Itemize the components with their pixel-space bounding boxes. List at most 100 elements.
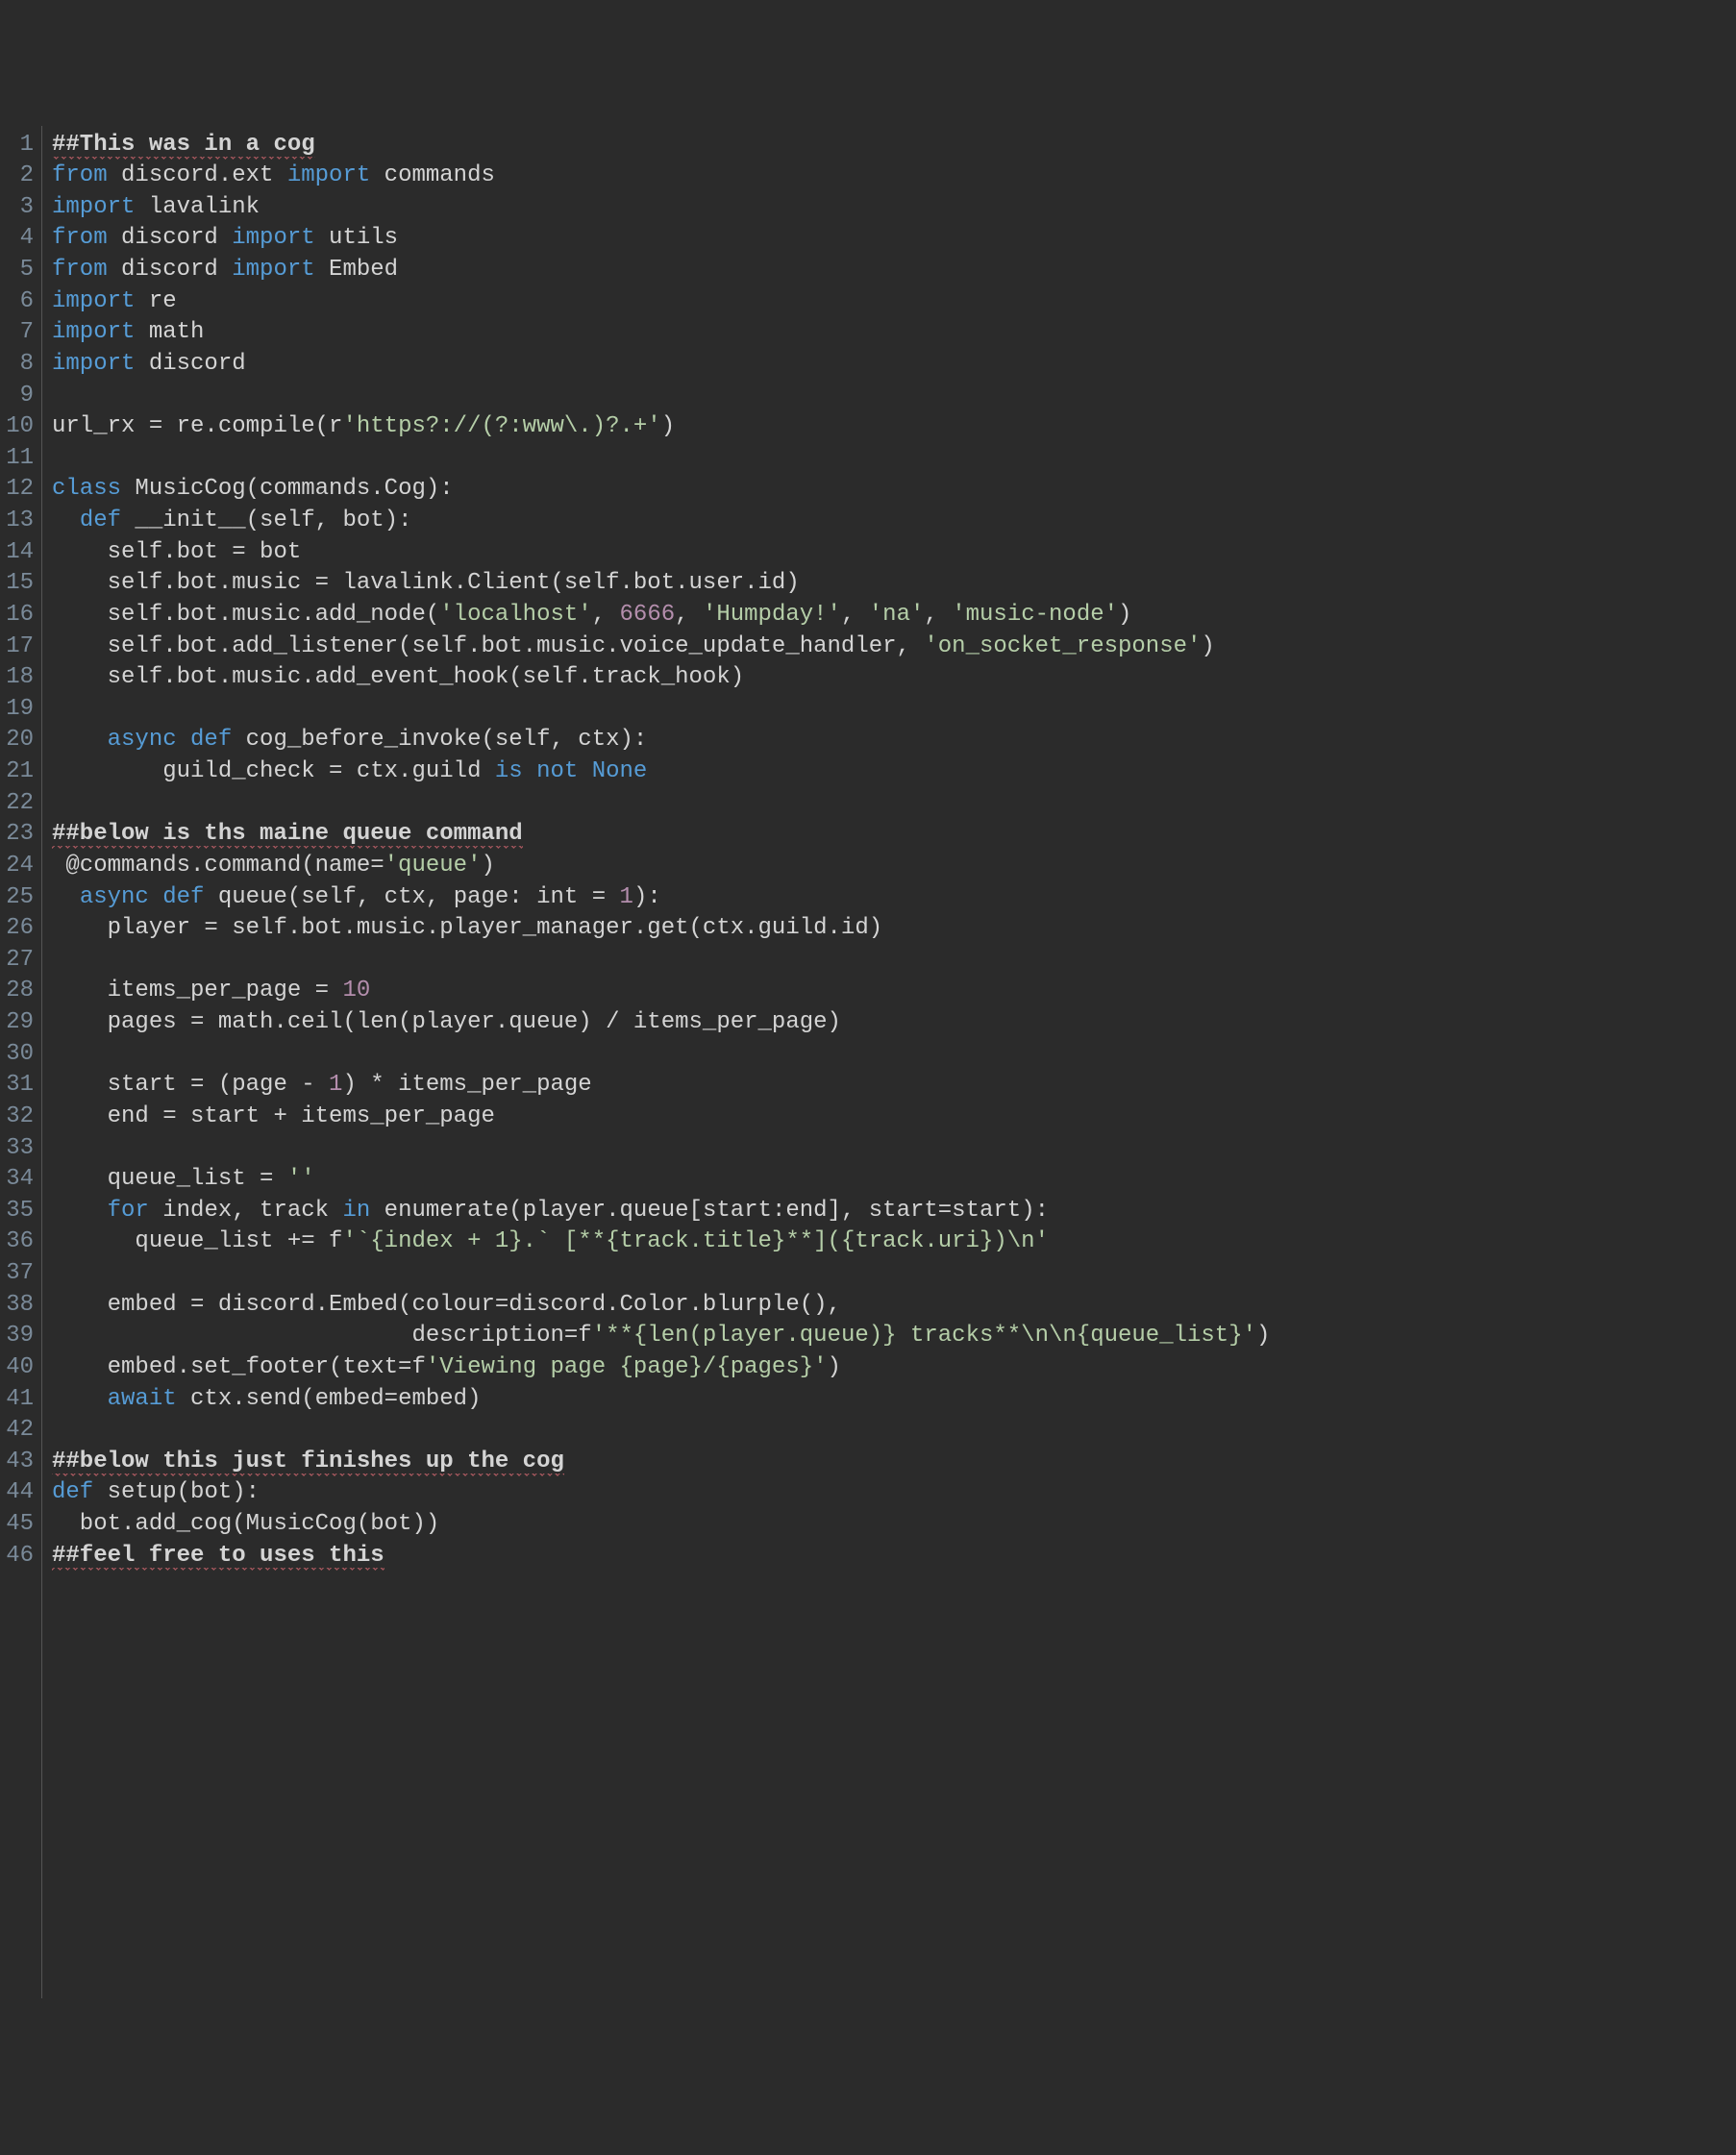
code-line[interactable]: bot.add_cog(MusicCog(bot)) xyxy=(52,1509,1736,1541)
line-number: 30 xyxy=(4,1039,34,1071)
line-number: 16 xyxy=(4,600,34,632)
code-token: player = self.bot.music.player_manager.g… xyxy=(52,915,882,941)
code-token: 'music-node' xyxy=(952,602,1118,628)
code-token: MusicCog(commands.Cog): xyxy=(121,476,454,502)
code-line[interactable]: import re xyxy=(52,286,1736,318)
code-area[interactable]: ##This was in a cogfrom discord.ext impo… xyxy=(42,126,1736,1998)
line-number: 31 xyxy=(4,1070,34,1102)
line-number: 26 xyxy=(4,913,34,945)
code-line[interactable]: description=f'**{len(player.queue)} trac… xyxy=(52,1321,1736,1352)
code-line[interactable]: async def queue(self, ctx, page: int = 1… xyxy=(52,882,1736,914)
line-number-gutter: 1234567891011121314151617181920212223242… xyxy=(0,126,42,1998)
code-line[interactable]: async def cog_before_invoke(self, ctx): xyxy=(52,725,1736,756)
code-line[interactable]: def __init__(self, bot): xyxy=(52,506,1736,537)
code-token: embed = discord.Embed(colour=discord.Col… xyxy=(52,1292,841,1318)
code-line[interactable]: import math xyxy=(52,317,1736,349)
code-token: in xyxy=(342,1198,370,1224)
code-line[interactable]: ##This was in a cog xyxy=(52,130,1736,161)
code-line[interactable]: class MusicCog(commands.Cog): xyxy=(52,474,1736,506)
code-line[interactable] xyxy=(52,1039,1736,1071)
code-token: '**{len(player.queue)} tracks**\n\n{queu… xyxy=(592,1323,1256,1349)
code-token: description=f xyxy=(52,1323,592,1349)
code-line[interactable]: url_rx = re.compile(r'https?://(?:www\.)… xyxy=(52,411,1736,443)
code-token: 'Viewing page {page}/{pages}' xyxy=(426,1354,828,1380)
code-token: lavalink xyxy=(135,194,260,220)
code-line[interactable] xyxy=(52,1133,1736,1165)
line-number: 35 xyxy=(4,1196,34,1227)
code-token: self.bot.music.add_event_hook(self.track… xyxy=(52,664,744,690)
code-line[interactable]: self.bot.music.add_node('localhost', 666… xyxy=(52,600,1736,632)
code-token: import xyxy=(287,162,370,188)
code-line[interactable] xyxy=(52,1258,1736,1290)
code-token: discord xyxy=(135,351,245,377)
code-token: '`{index + 1}.` [**{track.title}**]({tra… xyxy=(342,1228,1049,1254)
line-number: 27 xyxy=(4,945,34,977)
code-token: 'https?://(?:www\.)?.+' xyxy=(342,413,660,439)
code-token: import xyxy=(232,225,314,251)
code-line[interactable]: import lavalink xyxy=(52,192,1736,224)
code-token: import xyxy=(232,257,314,283)
code-line[interactable]: import discord xyxy=(52,349,1736,381)
code-line[interactable]: start = (page - 1) * items_per_page xyxy=(52,1070,1736,1102)
code-line[interactable]: queue_list = '' xyxy=(52,1164,1736,1196)
line-number: 5 xyxy=(4,255,34,286)
code-token: utils xyxy=(315,225,398,251)
code-token: for xyxy=(108,1198,149,1224)
code-line[interactable]: items_per_page = 10 xyxy=(52,976,1736,1007)
code-line[interactable]: await ctx.send(embed=embed) xyxy=(52,1384,1736,1416)
code-token: , xyxy=(841,602,869,628)
code-token: embed.set_footer(text=f xyxy=(52,1354,426,1380)
code-line[interactable]: self.bot.add_listener(self.bot.music.voi… xyxy=(52,632,1736,663)
code-token xyxy=(149,884,162,910)
line-number: 19 xyxy=(4,694,34,726)
code-line[interactable]: def setup(bot): xyxy=(52,1477,1736,1509)
line-number: 3 xyxy=(4,192,34,224)
code-token: from xyxy=(52,257,108,283)
code-line[interactable]: @commands.command(name='queue') xyxy=(52,851,1736,882)
code-token: bot.add_cog(MusicCog(bot)) xyxy=(52,1511,439,1537)
code-line[interactable] xyxy=(52,945,1736,977)
code-line[interactable]: embed.set_footer(text=f'Viewing page {pa… xyxy=(52,1352,1736,1384)
code-line[interactable]: pages = math.ceil(len(player.queue) / it… xyxy=(52,1007,1736,1039)
code-token: ) xyxy=(1118,602,1131,628)
code-line[interactable] xyxy=(52,381,1736,412)
code-token: enumerate(player.queue[start:end], start… xyxy=(370,1198,1049,1224)
code-token xyxy=(52,884,80,910)
code-line[interactable]: ##below this just finishes up the cog xyxy=(52,1447,1736,1478)
code-line[interactable] xyxy=(52,443,1736,475)
code-line[interactable]: end = start + items_per_page xyxy=(52,1102,1736,1133)
code-token xyxy=(52,727,108,753)
code-line[interactable] xyxy=(52,1415,1736,1447)
code-token: 1 xyxy=(620,884,633,910)
code-token: '' xyxy=(287,1166,315,1192)
line-number: 33 xyxy=(4,1133,34,1165)
code-token: self.bot.music.add_node( xyxy=(52,602,439,628)
code-token: 'Humpday!' xyxy=(703,602,841,628)
code-line[interactable]: ##below is ths maine queue command xyxy=(52,819,1736,851)
line-number: 15 xyxy=(4,568,34,600)
code-line[interactable]: from discord import Embed xyxy=(52,255,1736,286)
line-number: 8 xyxy=(4,349,34,381)
code-token: import xyxy=(52,351,135,377)
line-number: 25 xyxy=(4,882,34,914)
code-line[interactable]: guild_check = ctx.guild is not None xyxy=(52,756,1736,788)
code-token: queue_list = xyxy=(52,1166,287,1192)
code-token: queue_list += f xyxy=(52,1228,342,1254)
code-line[interactable]: from discord import utils xyxy=(52,223,1736,255)
code-token: ##This was in a cog xyxy=(52,132,315,160)
line-number: 13 xyxy=(4,506,34,537)
code-token: ##feel free to uses this xyxy=(52,1543,384,1571)
code-line[interactable]: ##feel free to uses this xyxy=(52,1541,1736,1573)
code-line[interactable]: self.bot = bot xyxy=(52,537,1736,569)
code-line[interactable] xyxy=(52,694,1736,726)
code-line[interactable]: from discord.ext import commands xyxy=(52,161,1736,192)
code-line[interactable]: embed = discord.Embed(colour=discord.Col… xyxy=(52,1290,1736,1322)
code-line[interactable]: self.bot.music = lavalink.Client(self.bo… xyxy=(52,568,1736,600)
code-line[interactable]: self.bot.music.add_event_hook(self.track… xyxy=(52,662,1736,694)
code-token: ##below is ths maine queue command xyxy=(52,821,523,849)
code-line[interactable]: for index, track in enumerate(player.que… xyxy=(52,1196,1736,1227)
code-line[interactable]: player = self.bot.music.player_manager.g… xyxy=(52,913,1736,945)
code-line[interactable]: queue_list += f'`{index + 1}.` [**{track… xyxy=(52,1226,1736,1258)
code-line[interactable] xyxy=(52,788,1736,820)
code-token: 'na' xyxy=(869,602,925,628)
